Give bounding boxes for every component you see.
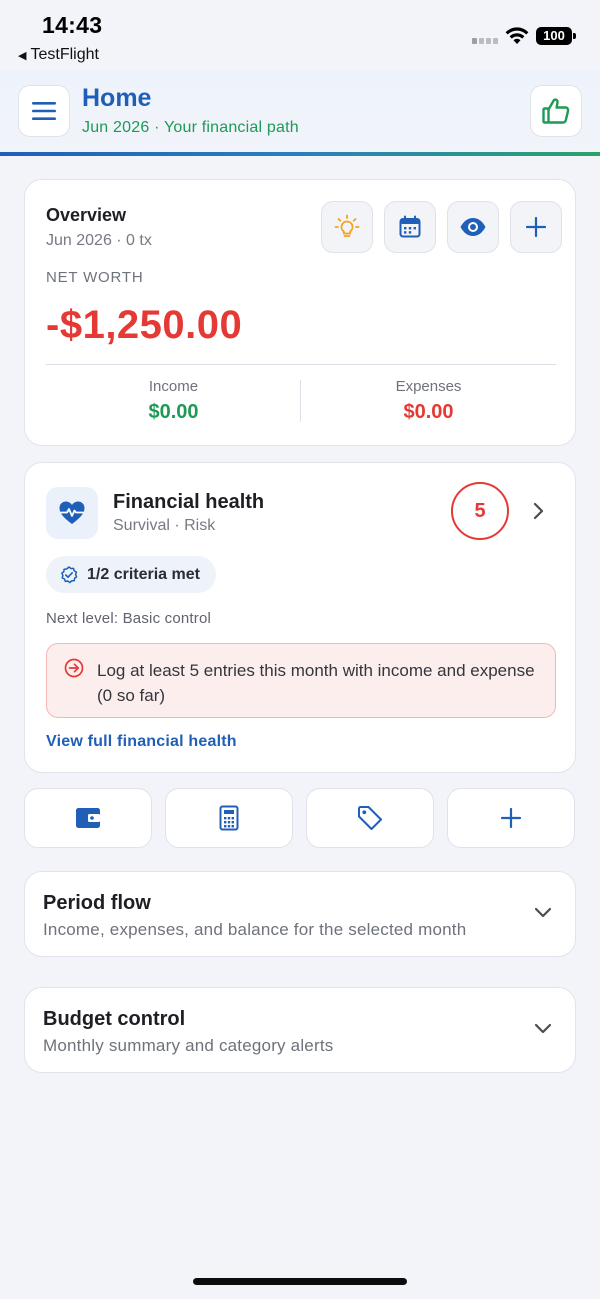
overview-actions — [321, 201, 562, 253]
plus-icon — [500, 807, 522, 829]
battery-indicator: 100 — [536, 27, 576, 45]
status-bar: 14:43 ◀ TestFlight 100 — [0, 0, 600, 70]
next-level-text: Next level: Basic control — [46, 610, 212, 627]
budget-control-subtitle: Monthly summary and category alerts — [43, 1036, 334, 1055]
eye-icon — [460, 218, 486, 236]
calendar-button[interactable] — [384, 201, 436, 253]
hamburger-menu-icon — [32, 102, 56, 120]
home-indicator[interactable] — [193, 1278, 407, 1285]
quick-add-button[interactable] — [447, 788, 575, 848]
net-worth-label: NET WORTH — [46, 269, 144, 286]
income-label: Income — [148, 378, 199, 395]
lightbulb-icon — [334, 214, 360, 237]
thumbs-up-icon — [542, 98, 570, 124]
heart-pulse-icon — [59, 501, 85, 524]
view-full-health-link[interactable]: View full financial health — [46, 733, 237, 751]
insights-button[interactable] — [321, 201, 373, 253]
back-to-testflight[interactable]: ◀ TestFlight — [18, 46, 99, 64]
quick-actions — [24, 788, 576, 848]
period-flow-subtitle: Income, expenses, and balance for the se… — [43, 920, 467, 939]
back-app-label: TestFlight — [30, 46, 99, 63]
menu-button[interactable] — [18, 85, 70, 137]
plus-icon — [525, 216, 547, 238]
overview-card: Overview Jun 2026 · 0 tx NET WORTH -$1,2… — [24, 179, 576, 446]
health-icon-tile — [46, 487, 98, 539]
status-time: 14:43 — [42, 12, 103, 38]
net-worth-value: -$1,250.00 — [46, 303, 243, 347]
add-entry-button[interactable] — [510, 201, 562, 253]
health-alert: Log at least 5 entries this month with i… — [46, 643, 556, 718]
header-accent-line — [0, 152, 600, 156]
back-triangle-icon: ◀ — [18, 49, 27, 62]
health-score-badge: 5 — [451, 482, 509, 540]
criteria-badge: 1/2 criteria met — [46, 556, 216, 593]
accounts-button[interactable] — [24, 788, 152, 848]
calculator-button[interactable] — [165, 788, 293, 848]
expenses-value: $0.00 — [403, 401, 454, 423]
tag-icon — [358, 806, 382, 830]
page-subtitle: Jun 2026 · Your financial path — [82, 119, 299, 136]
calculator-icon — [219, 805, 239, 831]
chevron-down-icon[interactable] — [533, 906, 553, 920]
budget-control-section[interactable]: Budget control Monthly summary and categ… — [24, 987, 576, 1073]
feedback-button[interactable] — [530, 85, 582, 137]
calendar-icon — [399, 215, 421, 238]
chevron-right-icon[interactable] — [531, 501, 547, 521]
chevron-down-icon[interactable] — [533, 1022, 553, 1036]
financial-health-card[interactable]: Financial health Survival · Risk 5 1/2 c… — [24, 462, 576, 773]
budget-control-title: Budget control — [43, 1008, 186, 1030]
arrow-circle-right-icon — [64, 658, 84, 678]
expenses-label: Expenses — [395, 378, 462, 395]
verified-badge-icon — [61, 565, 78, 583]
wifi-icon — [505, 27, 529, 44]
app-header — [0, 70, 600, 156]
period-flow-title: Period flow — [43, 892, 151, 914]
overview-subtitle: Jun 2026 · 0 tx — [46, 232, 152, 249]
income-value: $0.00 — [148, 401, 199, 423]
page-title: Home — [82, 84, 152, 112]
period-flow-section[interactable]: Period flow Income, expenses, and balanc… — [24, 871, 576, 957]
cellular-signal-icon — [472, 38, 498, 44]
health-title: Financial health — [113, 491, 265, 513]
categories-button[interactable] — [306, 788, 434, 848]
overview-title: Overview — [46, 205, 127, 225]
wallet-icon — [76, 808, 100, 828]
visibility-toggle-button[interactable] — [447, 201, 499, 253]
overview-divider — [46, 364, 556, 365]
health-subtitle: Survival · Risk — [113, 517, 216, 534]
alert-text: Log at least 5 entries this month with i… — [97, 661, 535, 705]
criteria-text: 1/2 criteria met — [87, 565, 200, 583]
